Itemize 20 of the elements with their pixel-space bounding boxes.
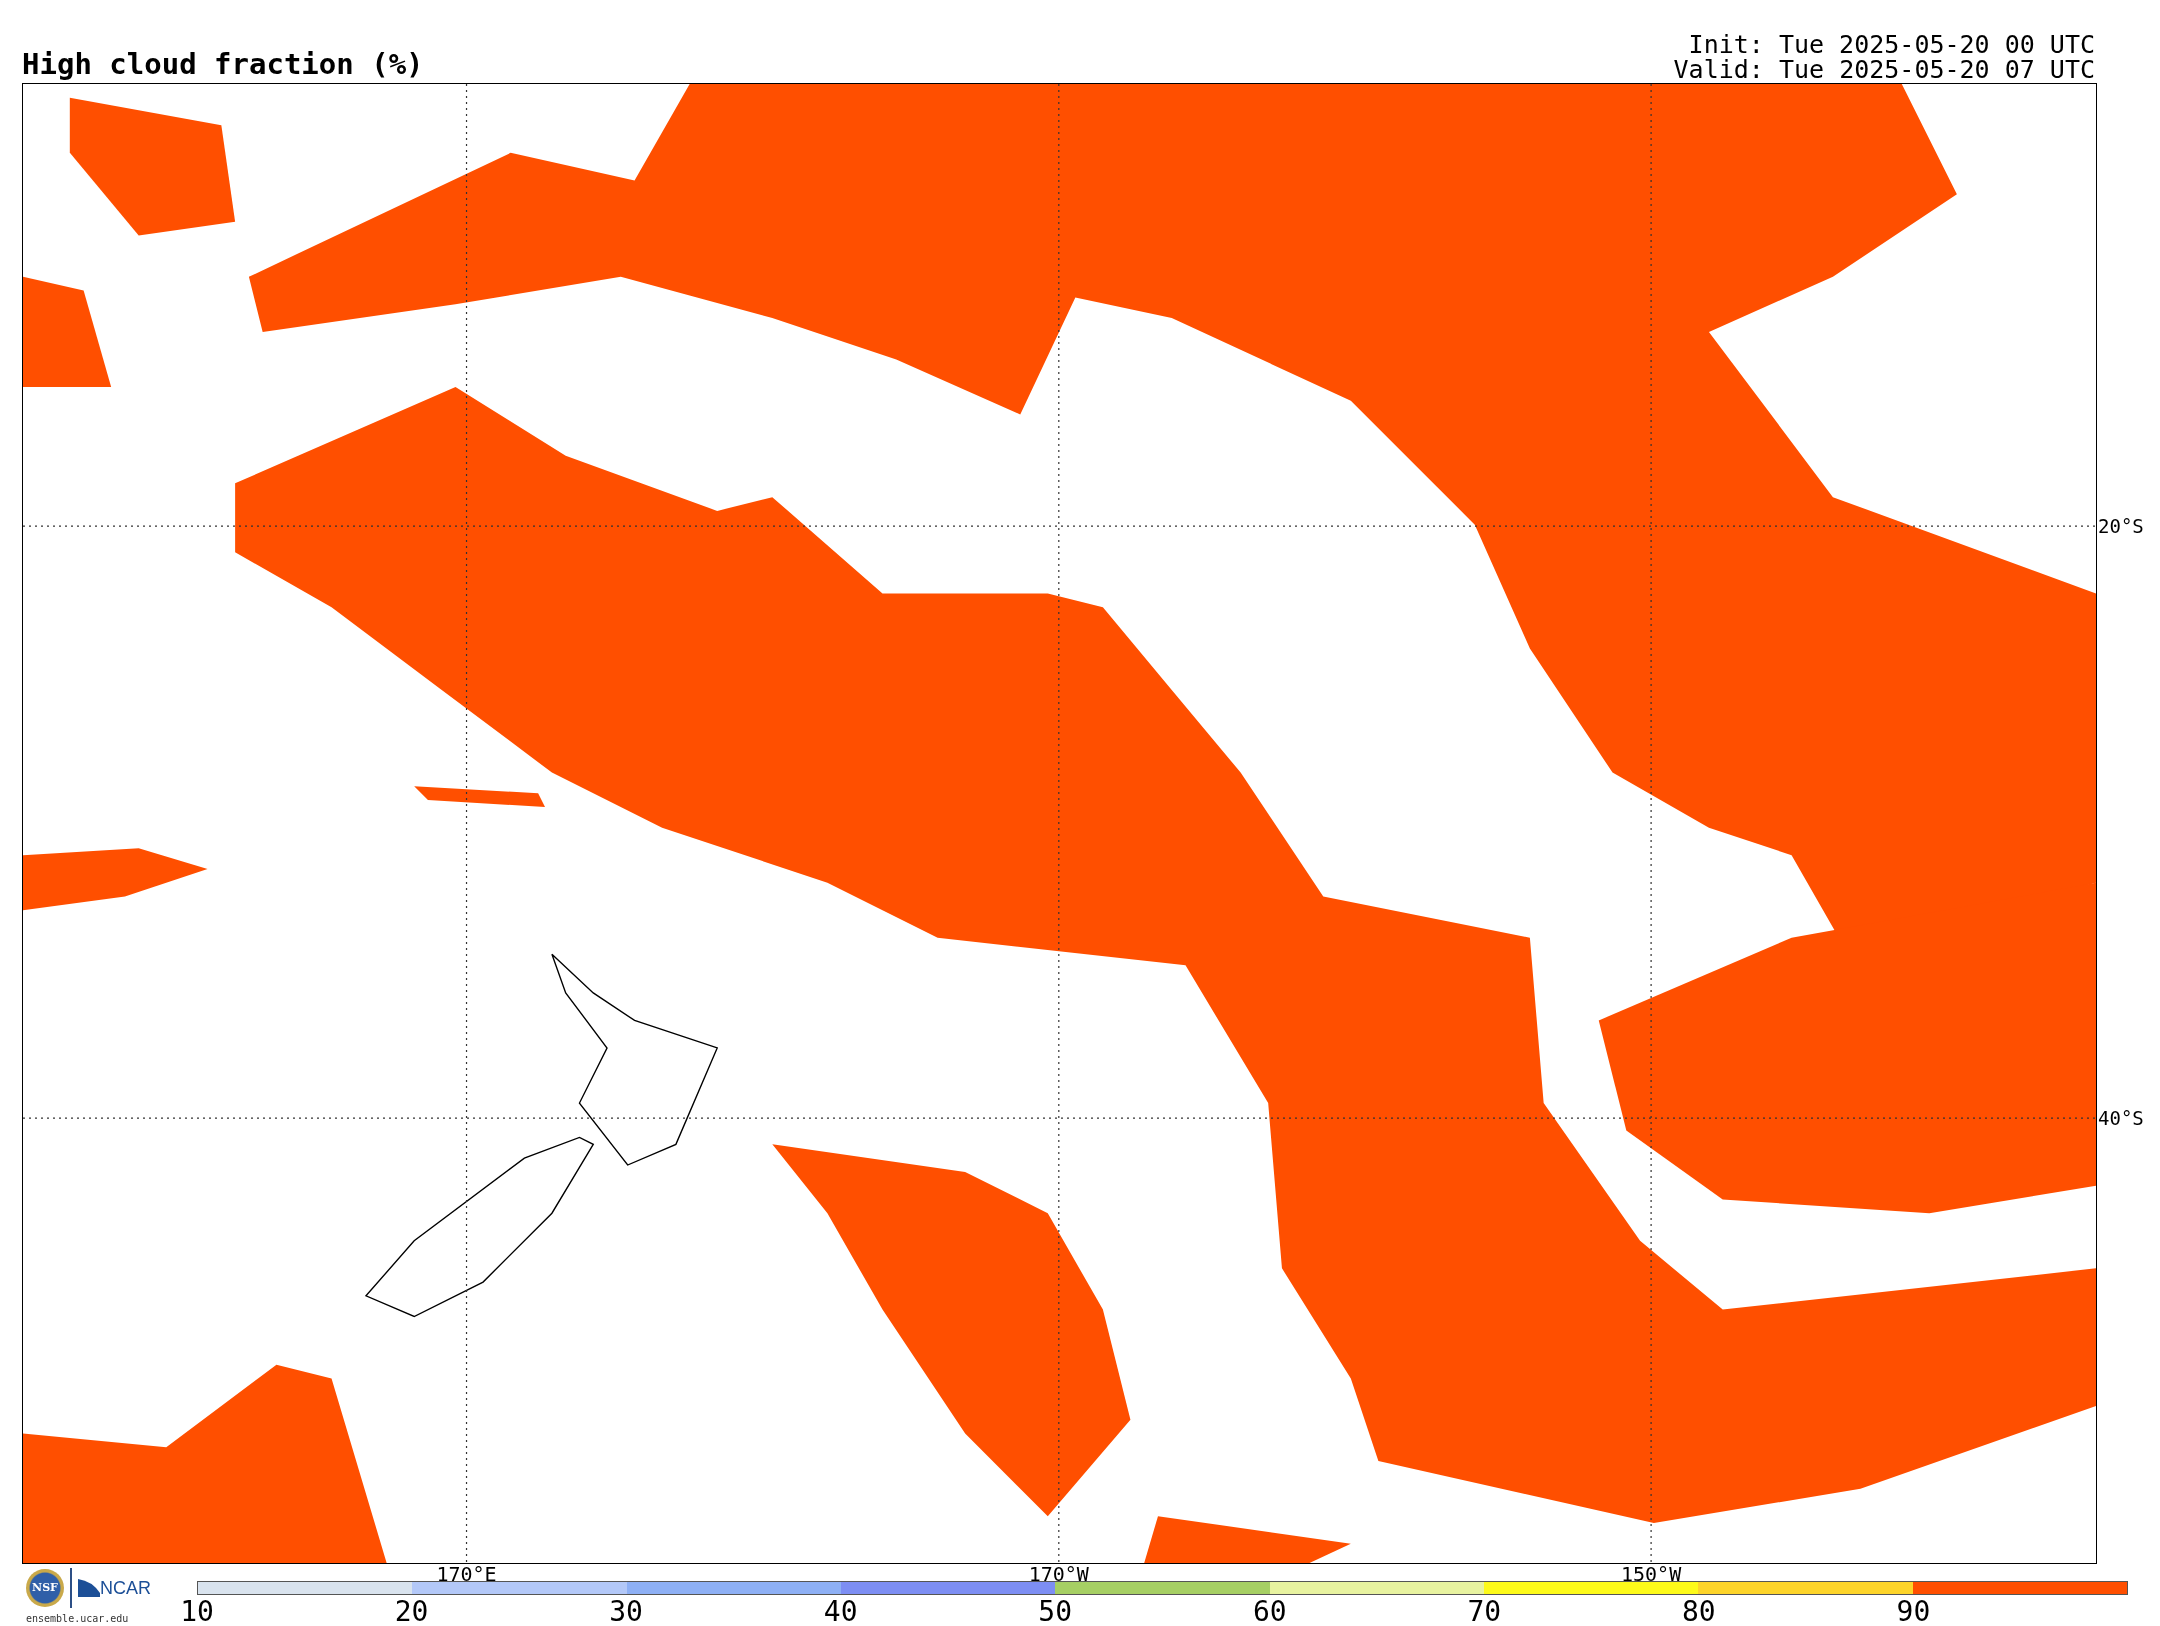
website-url: ensemble.ucar.edu bbox=[26, 1612, 130, 1626]
colorbar-tick-label: 80 bbox=[1682, 1598, 1716, 1626]
colorbar-tick-label: 30 bbox=[609, 1598, 643, 1626]
valid-time: Valid: Tue 2025-05-20 07 UTC bbox=[1673, 58, 2095, 81]
colorbar-tick-label: 60 bbox=[1252, 1598, 1287, 1626]
ncar-logo: NCAR bbox=[78, 1574, 151, 1602]
chart-title: High cloud fraction (%) bbox=[22, 50, 424, 79]
longitude-label: 170°E bbox=[436, 1564, 497, 1584]
latitude-label: 40°S bbox=[2097, 1108, 2144, 1128]
colorbar-tick-label: 40 bbox=[823, 1598, 858, 1626]
nsf-logo: NSF bbox=[26, 1569, 64, 1607]
longitude-label: 150°W bbox=[1621, 1564, 1682, 1584]
init-time: Init: Tue 2025-05-20 00 UTC bbox=[1687, 33, 2095, 56]
colorbar-tick-label: 20 bbox=[394, 1598, 429, 1626]
colorbar-tick-label: 50 bbox=[1038, 1598, 1073, 1626]
latitude-label: 20°S bbox=[2097, 516, 2144, 536]
colorbar-tick-label: 10 bbox=[180, 1598, 214, 1626]
colorbar-tick-label: 70 bbox=[1467, 1598, 1502, 1626]
longitude-label: 170°W bbox=[1028, 1564, 1089, 1584]
colorbar-tick-label: 90 bbox=[1896, 1598, 1931, 1626]
